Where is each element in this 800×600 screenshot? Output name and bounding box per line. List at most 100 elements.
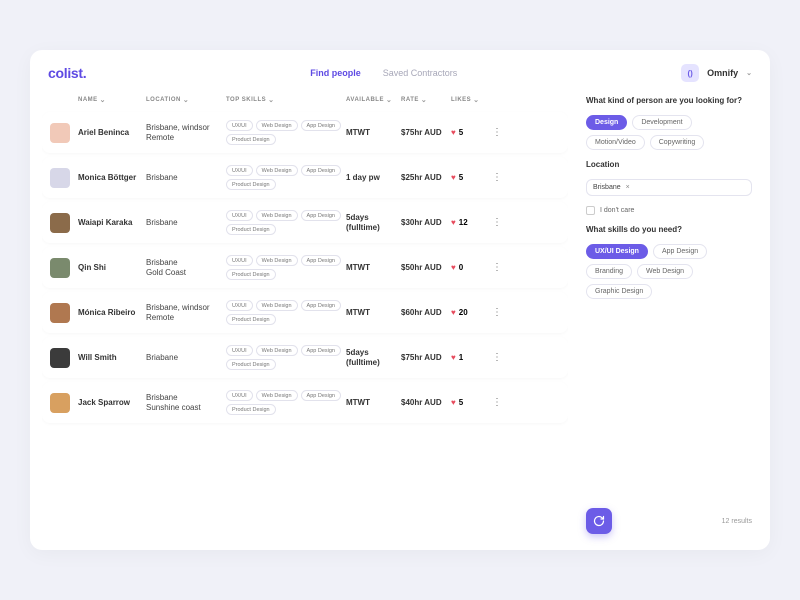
avatar [50, 213, 70, 233]
availability: 5days(fulltime) [346, 348, 401, 367]
results-count: 12 results [722, 518, 752, 525]
col-available[interactable]: AVAILABLE⌄ [346, 96, 401, 104]
logo: colist. [48, 65, 86, 81]
skill-tags: UX/UIWeb DesignApp DesignProduct Design [226, 120, 346, 145]
rate: $25hr AUD [401, 173, 451, 182]
person-location: BrisbaneGold Coast [146, 258, 226, 278]
rate: $50hr AUD [401, 263, 451, 272]
person-name: Monica Böttger [78, 173, 146, 182]
body: NAME⌄ LOCATION⌄ TOP SKILLS⌄ AVAILABLE⌄ R… [30, 92, 770, 550]
chevron-down-icon: ⌄ [746, 69, 752, 77]
avatar [50, 258, 70, 278]
avatar [50, 393, 70, 413]
skill-tag: App Design [301, 300, 341, 311]
skill-tag: App Design [301, 120, 341, 131]
skill-pill-web-design[interactable]: Web Design [637, 264, 693, 279]
skill-tag: Product Design [226, 314, 276, 325]
people-list: NAME⌄ LOCATION⌄ TOP SKILLS⌄ AVAILABLE⌄ R… [42, 92, 568, 538]
kind-pill-motion-video[interactable]: Motion/Video [586, 135, 645, 150]
org-avatar: () [681, 64, 699, 82]
availability: MTWT [346, 308, 401, 318]
more-icon[interactable]: ⋮ [491, 352, 503, 363]
checkbox-icon [586, 206, 595, 215]
avatar [50, 303, 70, 323]
more-icon[interactable]: ⋮ [491, 217, 503, 228]
skill-pill-app-design[interactable]: App Design [653, 244, 707, 259]
table-row[interactable]: Will SmithBriabaneUX/UIWeb DesignApp Des… [42, 337, 568, 378]
skill-tag: App Design [301, 345, 341, 356]
skill-tag: Product Design [226, 134, 276, 145]
kind-pill-development[interactable]: Development [632, 115, 691, 130]
table-row[interactable]: Ariel BenincaBrisbane, windsorRemoteUX/U… [42, 112, 568, 153]
skill-tag: Product Design [226, 224, 276, 235]
skill-tag: UX/UI [226, 120, 253, 131]
avatar [50, 168, 70, 188]
person-location: Brisbane, windsorRemote [146, 123, 226, 143]
skill-tag: Web Design [256, 255, 298, 266]
likes: ♥20 [451, 308, 491, 317]
more-icon[interactable]: ⋮ [491, 262, 503, 273]
location-input[interactable]: Brisbane × [586, 179, 752, 196]
likes: ♥12 [451, 218, 491, 227]
filter-q2: What skills do you need? [586, 225, 752, 234]
skill-pill-branding[interactable]: Branding [586, 264, 632, 279]
skill-tag: UX/UI [226, 165, 253, 176]
skill-tag: UX/UI [226, 345, 253, 356]
availability: 1 day pw [346, 173, 401, 183]
skill-pills: UX/UI Design App Design Branding Web Design… [586, 244, 752, 299]
table-row[interactable]: Mónica RibeiroBrisbane, windsorRemoteUX/… [42, 292, 568, 333]
more-icon[interactable]: ⋮ [491, 397, 503, 408]
more-icon[interactable]: ⋮ [491, 307, 503, 318]
table-row[interactable]: Qin ShiBrisbaneGold CoastUX/UIWeb Design… [42, 247, 568, 288]
skill-tag: Product Design [226, 404, 276, 415]
nav-tabs: Find people Saved Contractors [106, 68, 661, 78]
person-name: Qin Shi [78, 263, 146, 272]
avatar [50, 123, 70, 143]
close-icon[interactable]: × [626, 184, 630, 191]
more-icon[interactable]: ⋮ [491, 172, 503, 183]
skill-tag: Web Design [256, 165, 298, 176]
person-location: Brisbane [146, 173, 226, 183]
skill-tag: UX/UI [226, 390, 253, 401]
more-icon[interactable]: ⋮ [491, 127, 503, 138]
availability: MTWT [346, 263, 401, 273]
availability: MTWT [346, 128, 401, 138]
table-row[interactable]: Monica BöttgerBrisbaneUX/UIWeb DesignApp… [42, 157, 568, 198]
col-likes[interactable]: LIKES⌄ [451, 96, 491, 104]
skill-tag: Product Design [226, 359, 276, 370]
filter-panel: What kind of person are you looking for?… [580, 92, 758, 538]
kind-pill-copywriting[interactable]: Copywriting [650, 135, 705, 150]
refresh-button[interactable] [586, 508, 612, 534]
dont-care-checkbox[interactable]: I don't care [586, 206, 752, 215]
skill-tag: Web Design [256, 390, 298, 401]
refresh-icon [593, 515, 605, 527]
table-row[interactable]: Jack SparrowBrisbaneSunshine coastUX/UIW… [42, 382, 568, 423]
skill-pill-graphic-design[interactable]: Graphic Design [586, 284, 652, 299]
rate: $75hr AUD [401, 128, 451, 137]
col-rate[interactable]: RATE⌄ [401, 96, 451, 104]
skill-tags: UX/UIWeb DesignApp DesignProduct Design [226, 255, 346, 280]
tab-saved-contractors[interactable]: Saved Contractors [383, 68, 458, 78]
col-name[interactable]: NAME⌄ [78, 96, 146, 104]
table-row[interactable]: Waiapi KarakaBrisbaneUX/UIWeb DesignApp … [42, 202, 568, 243]
col-location[interactable]: LOCATION⌄ [146, 96, 226, 104]
tab-find-people[interactable]: Find people [310, 68, 361, 78]
skill-tags: UX/UIWeb DesignApp DesignProduct Design [226, 210, 346, 235]
skill-pill-ux-ui-design[interactable]: UX/UI Design [586, 244, 648, 259]
person-name: Will Smith [78, 353, 146, 362]
heart-icon: ♥ [451, 398, 456, 407]
likes: ♥5 [451, 173, 491, 182]
rate: $30hr AUD [401, 218, 451, 227]
org-switcher[interactable]: () Omnify ⌄ [681, 64, 752, 82]
kind-pill-design[interactable]: Design [586, 115, 627, 130]
skill-tag: App Design [301, 165, 341, 176]
person-location: Brisbane, windsorRemote [146, 303, 226, 323]
filter-q1: What kind of person are you looking for? [586, 96, 752, 105]
likes: ♥5 [451, 398, 491, 407]
skill-tag: App Design [301, 210, 341, 221]
likes: ♥1 [451, 353, 491, 362]
table-header: NAME⌄ LOCATION⌄ TOP SKILLS⌄ AVAILABLE⌄ R… [42, 92, 568, 108]
filter-location-label: Location [586, 160, 752, 169]
person-location: Briabane [146, 353, 226, 363]
col-skills[interactable]: TOP SKILLS⌄ [226, 96, 346, 104]
